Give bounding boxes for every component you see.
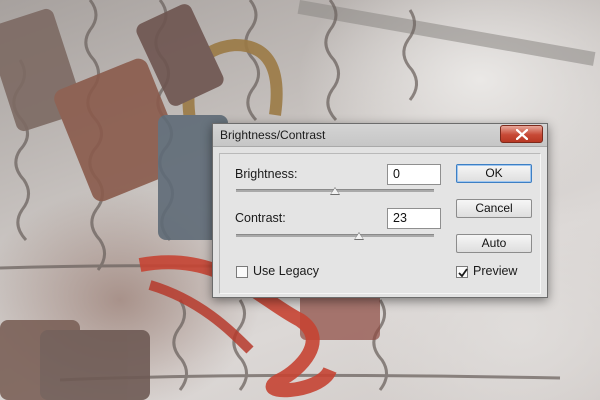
preview-label[interactable]: Preview: [473, 264, 517, 278]
contrast-slider-thumb[interactable]: [354, 232, 364, 240]
ok-button[interactable]: OK: [456, 164, 532, 183]
brightness-contrast-dialog: Brightness/Contrast Brightness: 0 Contra…: [212, 123, 548, 298]
preview-checkbox[interactable]: [456, 266, 468, 278]
contrast-label: Contrast:: [235, 211, 286, 225]
settings-panel: Brightness: 0 Contrast: 23 Use Legacy OK…: [219, 153, 541, 294]
brightness-label: Brightness:: [235, 167, 298, 181]
dialog-title: Brightness/Contrast: [220, 128, 326, 142]
contrast-input[interactable]: 23: [387, 208, 441, 229]
use-legacy-checkbox[interactable]: [236, 266, 248, 278]
brightness-slider[interactable]: [236, 187, 434, 195]
brightness-input[interactable]: 0: [387, 164, 441, 185]
close-button[interactable]: [500, 125, 543, 143]
cancel-button[interactable]: Cancel: [456, 199, 532, 218]
brightness-slider-thumb[interactable]: [330, 187, 340, 195]
close-icon: [516, 129, 528, 140]
contrast-slider[interactable]: [236, 232, 434, 240]
dialog-titlebar[interactable]: Brightness/Contrast: [213, 124, 547, 147]
use-legacy-label[interactable]: Use Legacy: [253, 264, 319, 278]
checkmark-icon: [458, 268, 468, 278]
auto-button[interactable]: Auto: [456, 234, 532, 253]
